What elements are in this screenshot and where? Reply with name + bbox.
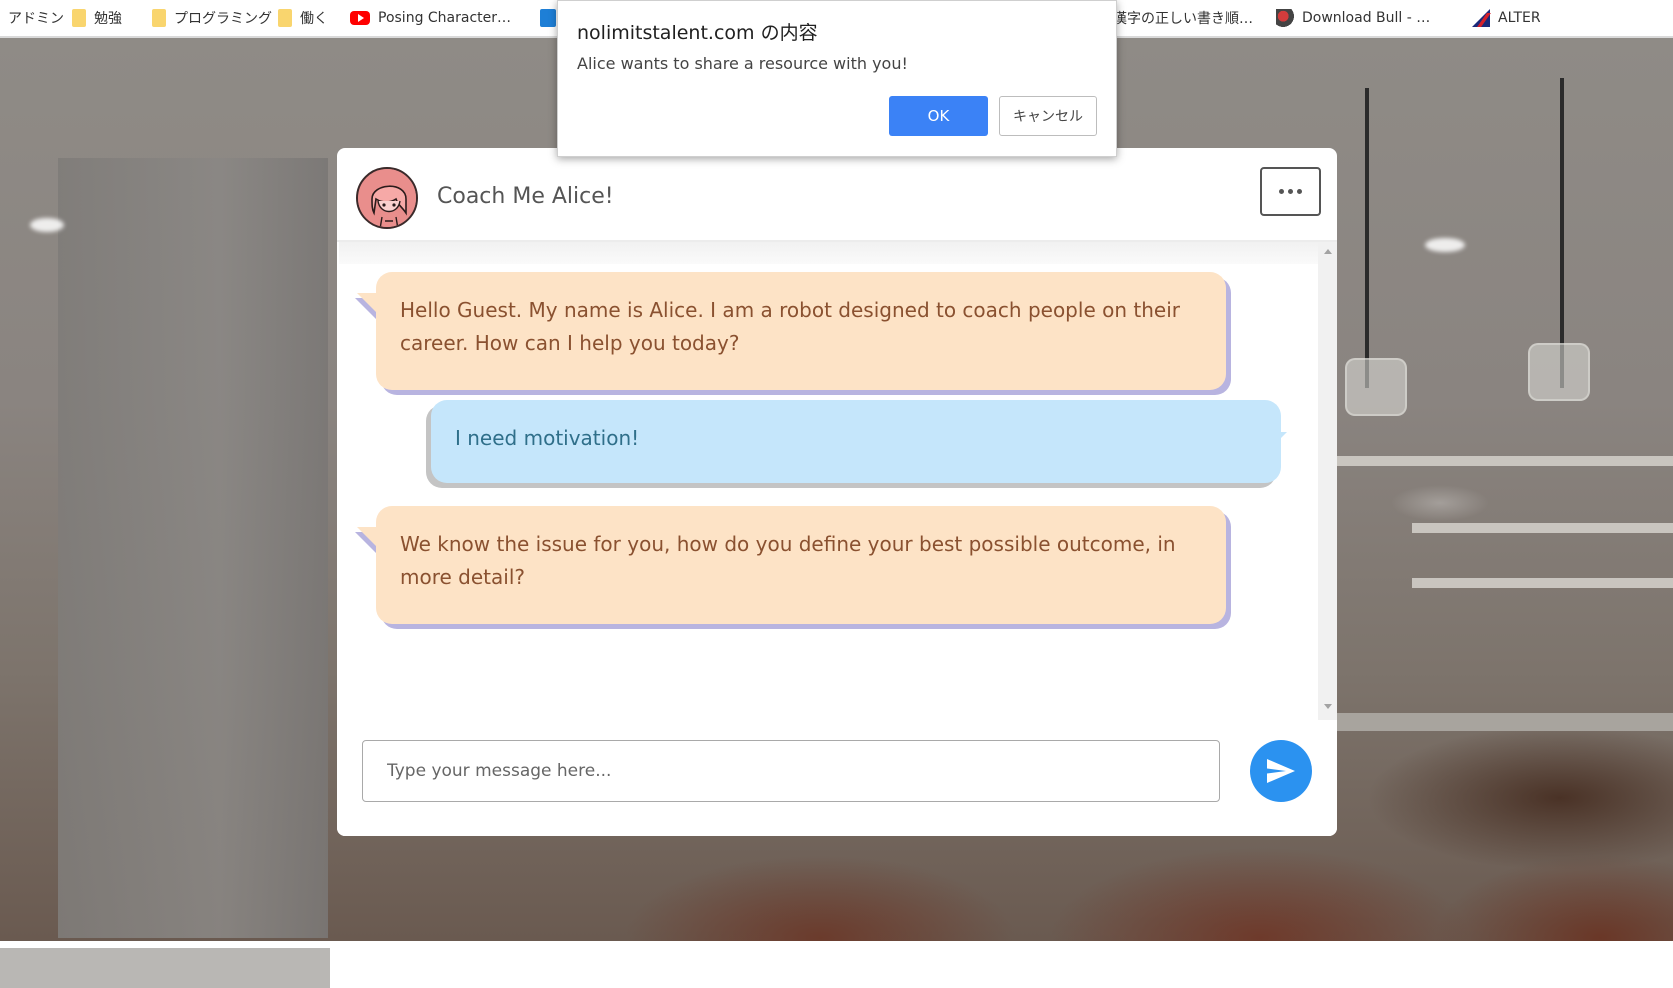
bookmark-work[interactable]: 働く <box>278 7 328 29</box>
background-floor <box>0 948 330 988</box>
bot-message: We know the issue for you, how do you de… <box>376 506 1226 624</box>
bookmark-admin[interactable]: アドミン <box>8 7 64 29</box>
background-shelf <box>1412 523 1673 533</box>
message-text: We know the issue for you, how do you de… <box>400 532 1176 589</box>
user-message: I need motivation! <box>431 400 1281 483</box>
bookmark-alter[interactable]: ALTER <box>1472 7 1541 29</box>
bull-icon <box>1276 9 1294 27</box>
site-icon <box>540 9 556 27</box>
message-text: Hello Guest. My name is Alice. I am a ro… <box>400 298 1180 355</box>
avatar <box>356 167 418 229</box>
background-shelf <box>1412 578 1673 588</box>
chat-title: Coach Me Alice! <box>437 184 614 209</box>
message-list-top-shade <box>339 242 1319 264</box>
bookmark-label: アドミン <box>8 11 64 27</box>
message-scrollbar[interactable] <box>1318 242 1337 720</box>
bookmark-kanji[interactable]: 漢字の正しい書き順… <box>1113 7 1253 29</box>
bookmark-label: 漢字の正しい書き順… <box>1113 11 1253 27</box>
bookmark-posing-character[interactable]: Posing Character… <box>350 7 511 29</box>
message-list: Hello Guest. My name is Alice. I am a ro… <box>339 242 1319 720</box>
scroll-up-arrow-icon[interactable] <box>1324 249 1332 254</box>
ellipsis-icon <box>1279 189 1302 194</box>
bookmark-label: Posing Character… <box>378 10 512 26</box>
more-options-button[interactable] <box>1260 167 1321 216</box>
alert-dialog: nolimitstalent.com の内容 Alice wants to sh… <box>557 0 1117 157</box>
dialog-message: Alice wants to share a resource with you… <box>577 54 908 73</box>
dialog-title: nolimitstalent.com の内容 <box>577 22 818 44</box>
send-icon <box>1267 759 1295 783</box>
folder-icon <box>72 9 86 27</box>
folder-icon <box>152 9 166 27</box>
background-pendant-lamp <box>1528 343 1590 401</box>
chat-header: Coach Me Alice! <box>337 148 1337 242</box>
ok-button[interactable]: OK <box>889 96 988 136</box>
background-pillar <box>58 158 328 938</box>
background-ceiling-light <box>1425 238 1465 252</box>
bookmark-label: 働く <box>300 11 328 27</box>
bookmark-label: プログラミング <box>174 11 272 27</box>
bookmark-label: Download Bull - … <box>1302 10 1431 26</box>
message-composer <box>337 720 1337 836</box>
bookmark-programming[interactable]: プログラミング <box>152 7 272 29</box>
scroll-down-arrow-icon[interactable] <box>1324 704 1332 709</box>
send-button[interactable] <box>1250 740 1312 802</box>
folder-icon <box>278 9 292 27</box>
background-ceiling-light <box>30 218 64 232</box>
message-input[interactable] <box>362 740 1220 802</box>
bookmark-study[interactable]: 勉強 <box>72 7 122 29</box>
background-pendant-lamp <box>1345 358 1407 416</box>
alter-logo-icon <box>1472 9 1490 27</box>
youtube-icon <box>350 11 370 25</box>
background-counter <box>1335 713 1673 731</box>
robot-girl-icon <box>358 169 416 227</box>
background-pendant-cord <box>1560 78 1564 388</box>
chat-window: Coach Me Alice! Hello Guest. My name is … <box>337 148 1337 836</box>
bookmark-label: 勉強 <box>94 11 122 27</box>
bookmark-download-bull[interactable]: Download Bull - … <box>1276 7 1430 29</box>
message-text: I need motivation! <box>455 426 640 450</box>
bookmark-label: ALTER <box>1498 10 1541 26</box>
bot-message: Hello Guest. My name is Alice. I am a ro… <box>376 272 1226 390</box>
background-pendant-cord <box>1365 88 1369 388</box>
background-shelf <box>1335 456 1673 466</box>
cancel-button[interactable]: キャンセル <box>999 96 1097 136</box>
